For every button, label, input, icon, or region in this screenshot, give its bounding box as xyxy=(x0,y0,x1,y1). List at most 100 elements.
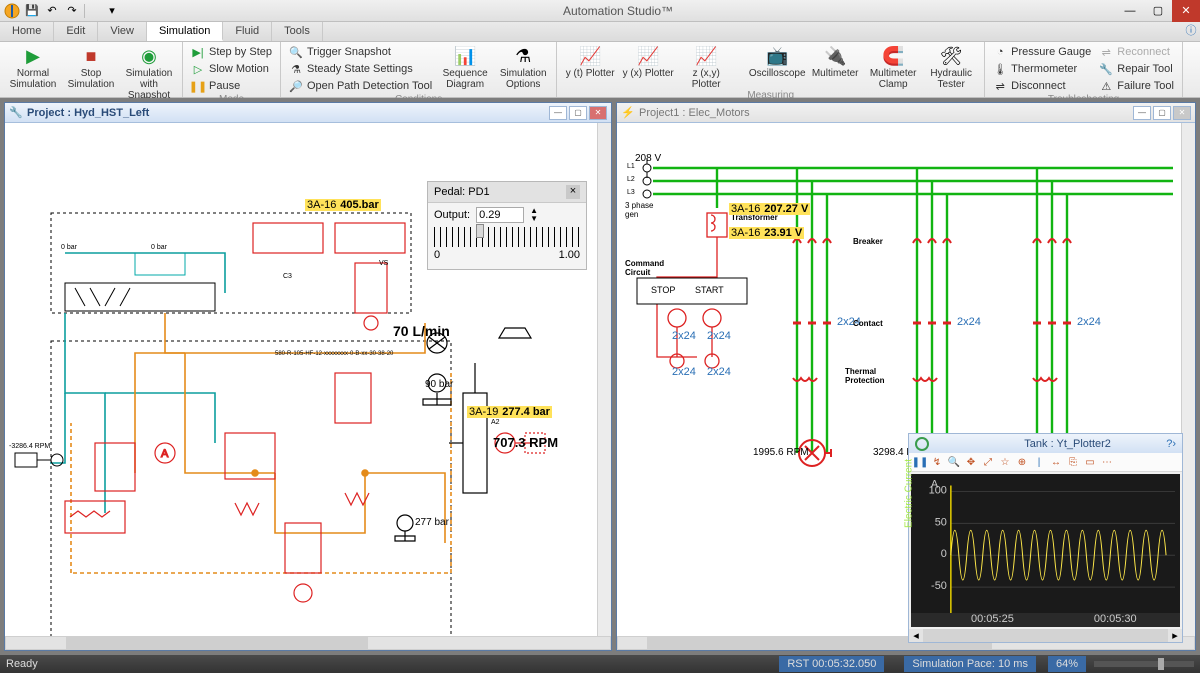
stop-sim-button[interactable]: ■Stop Simulation xyxy=(64,44,118,90)
zoom-slider[interactable] xyxy=(1094,661,1194,667)
window-buttons: — ▢ ✕ xyxy=(1116,0,1200,22)
plot-y-label: Electric Current xyxy=(904,460,915,529)
ribbon-group-control: ▶Normal Simulation ■Stop Simulation ◉Sim… xyxy=(0,42,183,97)
plotter-panel[interactable]: Tank : Yt_Plotter2 ? › ❚❚ ↯ 🔍 ✥ ⤢ ☆ ⊕ | … xyxy=(908,433,1183,643)
l1: L1 xyxy=(627,163,635,170)
pedal-slider[interactable] xyxy=(434,227,580,247)
ribbon-group-measuring: 📈y (t) Plotter 📈y (x) Plotter 📈z (x,y) P… xyxy=(557,42,985,97)
repair-tool-button[interactable]: 🔧Repair Tool xyxy=(1097,61,1176,77)
svg-text:2x24: 2x24 xyxy=(707,330,731,342)
plotter-tool-1[interactable]: ↯ xyxy=(930,455,944,469)
child-titlebar-left[interactable]: 🔧 Project : Hyd_HST_Left — ▢ ✕ xyxy=(5,103,611,123)
vscroll-left[interactable] xyxy=(597,123,611,636)
plotter-tool-6[interactable]: ⊕ xyxy=(1015,455,1029,469)
child-close-right[interactable]: ✕ xyxy=(1173,106,1191,120)
tab-home[interactable]: Home xyxy=(0,22,54,41)
label-vs: VS xyxy=(379,260,388,267)
rotor-bar-label: 90 bar xyxy=(425,379,453,390)
child-max-left[interactable]: ▢ xyxy=(569,106,587,120)
status-pace: Simulation Pace: 10 ms xyxy=(904,656,1036,672)
mdi-area: 🔧 Project : Hyd_HST_Left — ▢ ✕ xyxy=(0,98,1200,655)
help-icon[interactable]: ⓘ xyxy=(1182,22,1200,41)
failure-tool-button[interactable]: ⚠Failure Tool xyxy=(1097,78,1176,94)
plotter-power-icon[interactable] xyxy=(915,437,929,451)
plotter-title: Tank : Yt_Plotter2 xyxy=(969,438,1166,450)
child-min-right[interactable]: — xyxy=(1133,106,1151,120)
pressure-gauge-button[interactable]: ◔Pressure Gauge xyxy=(991,44,1093,60)
step-by-step-button[interactable]: ▶|Step by Step xyxy=(189,44,274,60)
plot-area[interactable]: 100500-50-100 A Electric Current 00:05:2… xyxy=(911,474,1180,626)
plotter-tool-4[interactable]: ⤢ xyxy=(981,455,995,469)
plotter-tool-10[interactable]: ▭ xyxy=(1083,455,1097,469)
pause-button[interactable]: ❚❚Pause xyxy=(189,78,274,94)
hydraulic-tester-button[interactable]: 🛠Hydraulic Tester xyxy=(924,44,978,90)
reconnect-button[interactable]: ⇌Reconnect xyxy=(1097,44,1176,60)
gauge-0bar-1: 0 bar xyxy=(61,244,77,251)
tab-tools[interactable]: Tools xyxy=(272,22,323,41)
child-min-left[interactable]: — xyxy=(549,106,567,120)
plotter-tool-8[interactable]: ↔ xyxy=(1049,455,1063,469)
svg-text:2x24: 2x24 xyxy=(672,366,696,378)
multimeter-clamp-button[interactable]: 🧲Multimeter Clamp xyxy=(866,44,920,90)
steady-state-button[interactable]: ⚗Steady State Settings xyxy=(287,61,434,77)
status-rst: RST 00:05:32.050 xyxy=(779,656,884,672)
hscroll-left[interactable] xyxy=(5,636,611,650)
tab-simulation[interactable]: Simulation xyxy=(147,22,223,41)
maximize-button[interactable]: ▢ xyxy=(1144,0,1172,22)
open-path-button[interactable]: 🔎Open Path Detection Tool xyxy=(287,78,434,94)
thermal-label: Thermal Protection xyxy=(845,367,905,385)
trigger-snapshot-button[interactable]: 🔍Trigger Snapshot xyxy=(287,44,434,60)
rpm-label: 707.3 RPM xyxy=(493,435,558,450)
plotter-tool-7[interactable]: | xyxy=(1032,455,1046,469)
child-title-right: Project1 : Elec_Motors xyxy=(639,107,750,119)
plotter-pause-icon[interactable]: ❚❚ xyxy=(913,455,927,469)
tab-edit[interactable]: Edit xyxy=(54,22,98,41)
pedal-output-input[interactable] xyxy=(476,207,524,223)
close-button[interactable]: ✕ xyxy=(1172,0,1200,22)
hydraulic-diagram[interactable]: A xyxy=(5,123,611,636)
svg-text:50: 50 xyxy=(935,517,947,529)
minimize-button[interactable]: — xyxy=(1116,0,1144,22)
plotter-hscroll[interactable]: ◂ ▸ xyxy=(909,629,1182,642)
plotter-tool-2[interactable]: 🔍 xyxy=(947,455,961,469)
tab-fluid[interactable]: Fluid xyxy=(223,22,272,41)
gauge-tag-r1: 3A-16 207.27 V xyxy=(729,203,810,215)
status-bar: Ready RST 00:05:32.050 Simulation Pace: … xyxy=(0,655,1200,673)
qat-redo-icon[interactable]: ↷ xyxy=(64,3,80,19)
oscilloscope-button[interactable]: 📺Oscilloscope xyxy=(750,44,804,79)
pedal-close-icon[interactable]: × xyxy=(566,185,580,199)
plotter-tool-9[interactable]: ⎘ xyxy=(1066,455,1080,469)
child-title-left: Project : Hyd_HST_Left xyxy=(27,107,149,119)
sim-snapshot-button[interactable]: ◉Simulation with Snapshot xyxy=(122,44,176,101)
pedal-panel[interactable]: Pedal: PD1× Output: ▲▼ 01.00 xyxy=(427,181,587,270)
qat-dropdown-icon[interactable]: ▾ xyxy=(104,3,120,19)
qat-undo-icon[interactable]: ↶ xyxy=(44,3,60,19)
plotter-tool-11[interactable]: ⋯ xyxy=(1100,455,1114,469)
sim-options-button[interactable]: ⚗Simulation Options xyxy=(496,44,550,90)
pedal-stepper[interactable]: ▲▼ xyxy=(530,207,538,223)
app-title: Automation Studio™ xyxy=(120,4,1116,18)
xtick-0: 00:05:25 xyxy=(971,613,1014,627)
vscroll-right[interactable] xyxy=(1181,123,1195,636)
l2: L2 xyxy=(627,176,635,183)
plotter-tool-3[interactable]: ✥ xyxy=(964,455,978,469)
multimeter-button[interactable]: 🔌Multimeter xyxy=(808,44,862,79)
slow-motion-button[interactable]: ▷Slow Motion xyxy=(189,61,274,77)
plotter-tool-5[interactable]: ☆ xyxy=(998,455,1012,469)
ribbon-tabs: Home Edit View Simulation Fluid Tools ⓘ xyxy=(0,22,1200,42)
child-icon-r: ⚡ xyxy=(621,106,635,120)
tab-view[interactable]: View xyxy=(98,22,147,41)
thermometer-button[interactable]: 🌡Thermometer xyxy=(991,61,1093,77)
child-close-left[interactable]: ✕ xyxy=(589,106,607,120)
svg-text:-50: -50 xyxy=(931,580,947,592)
child-max-right[interactable]: ▢ xyxy=(1153,106,1171,120)
zxy-plotter-button[interactable]: 📈z (x,y) Plotter xyxy=(679,44,733,90)
normal-sim-button[interactable]: ▶Normal Simulation xyxy=(6,44,60,90)
plotter-expand-icon[interactable]: › xyxy=(1172,438,1176,450)
yx-plotter-button[interactable]: 📈y (x) Plotter xyxy=(621,44,675,79)
qat-save-icon[interactable]: 💾 xyxy=(24,3,40,19)
yt-plotter-button[interactable]: 📈y (t) Plotter xyxy=(563,44,617,79)
child-titlebar-right[interactable]: ⚡ Project1 : Elec_Motors — ▢ ✕ xyxy=(617,103,1195,123)
disconnect-button[interactable]: ⇌Disconnect xyxy=(991,78,1093,94)
sequence-diagram-button[interactable]: 📊Sequence Diagram xyxy=(438,44,492,90)
